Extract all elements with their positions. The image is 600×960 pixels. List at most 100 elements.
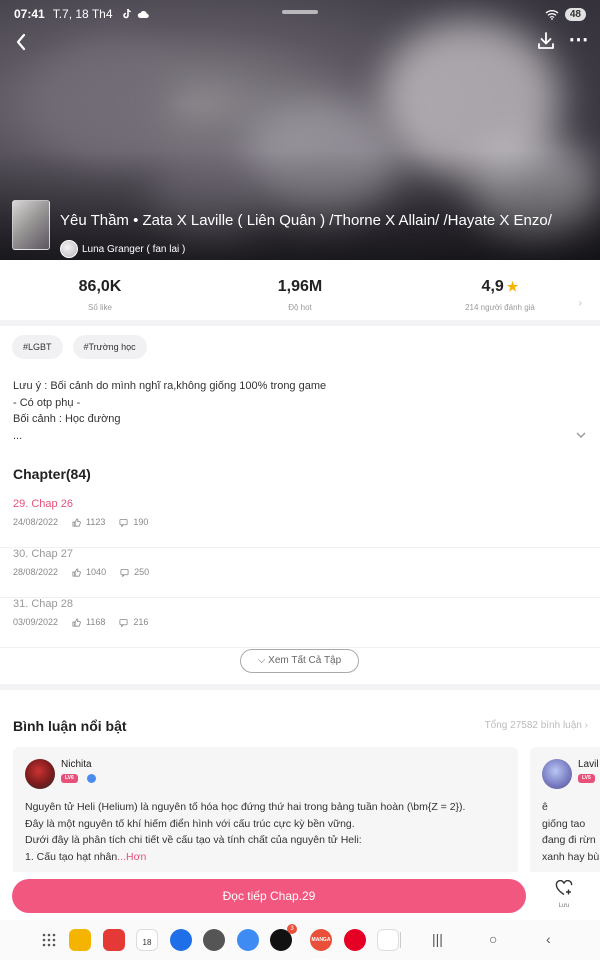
- chapter-name: 30. Chap 27: [13, 548, 73, 560]
- system-back-button[interactable]: ‹: [546, 931, 551, 947]
- stat-hotness: 1,96M Độ hot: [200, 260, 400, 320]
- tag-chip[interactable]: #LGBT: [12, 335, 63, 359]
- likes-label: Số like: [87, 303, 112, 312]
- comment-text: Nguyên tử Heli (Helium) là nguyên tố hóa…: [25, 799, 510, 865]
- stat-rating[interactable]: 4,9 ★ 214 người đánh giá ›: [400, 260, 600, 320]
- download-icon: [538, 32, 554, 49]
- tiktok-notification-icon: [122, 8, 131, 19]
- more-dots-icon: ⋯: [568, 29, 590, 51]
- comment-line: Đây là một nguyên tố khí hiếm điển hình …: [25, 817, 355, 830]
- story-description: Lưu ý : Bối cảnh do mình nghĩ ra,không g…: [13, 378, 586, 444]
- back-button[interactable]: [10, 30, 34, 54]
- chapter-date: 28/08/2022: [13, 567, 59, 577]
- recent-apps-button[interactable]: |||: [432, 931, 443, 947]
- comment-card[interactable]: Nichita LV6 Nguyên tử Heli (Helium) là n…: [13, 747, 518, 877]
- hotness-label: Độ hot: [288, 303, 312, 312]
- comment-line: Nguyên tử Heli (Helium) là nguyên tố hóa…: [25, 801, 466, 813]
- chapter-date: 03/09/2022: [13, 617, 59, 627]
- commenter-name: Nichita: [61, 759, 92, 770]
- star-icon: ★: [506, 279, 519, 294]
- calendar-day: 18: [142, 938, 152, 947]
- author-link[interactable]: Luna Granger ( fan lai ): [60, 240, 185, 258]
- wifi-icon: [545, 9, 559, 20]
- level-badge: LV6: [61, 774, 78, 783]
- chapters-heading: Chapter(84): [13, 466, 91, 482]
- app-drawer-icon[interactable]: [42, 933, 56, 947]
- commenter-name: Lavil: [578, 759, 599, 770]
- hotness-count: 1,96M: [277, 278, 323, 295]
- save-label: Lưu: [558, 903, 570, 909]
- status-bar: 07:41 T.7, 18 Th4 48: [0, 0, 600, 28]
- comment-icon: [120, 568, 129, 577]
- comment-line: xanh hay bù: [542, 850, 600, 863]
- chapter-row[interactable]: 29. Chap 26 24/08/2022 1123 190: [0, 498, 600, 548]
- chevron-left-icon: [16, 33, 26, 51]
- comments-heading: Bình luận nổi bật: [13, 718, 127, 734]
- chevron-right-icon: ›: [578, 298, 582, 309]
- description-line: ...: [13, 429, 23, 442]
- chevron-down-icon: [576, 432, 586, 438]
- chapter-comments: 190: [133, 517, 149, 527]
- commenter-avatar[interactable]: [542, 759, 572, 789]
- status-time: 07:41: [14, 7, 45, 21]
- gmail-app-icon[interactable]: [377, 929, 399, 951]
- tag-list: #LGBT #Trường học: [12, 335, 147, 359]
- description-line: Lưu ý : Bối cảnh do mình nghĩ ra,không g…: [13, 380, 327, 392]
- calendar-app-icon[interactable]: 18: [136, 929, 158, 951]
- stats-bar: 86,0K Số like 1,96M Độ hot 4,9 ★ 214 ngườ…: [0, 260, 600, 320]
- level-badge: LV5: [578, 774, 595, 783]
- cloud-notification-icon: [137, 11, 149, 19]
- status-date: T.7, 18 Th4: [52, 7, 113, 21]
- view-all-chapters-button[interactable]: ⌵ Xem Tất Cả Tập: [240, 649, 359, 673]
- description-line: - Có otp phụ -: [13, 396, 81, 409]
- home-button[interactable]: ○: [489, 931, 497, 947]
- notification-badge: 3: [287, 924, 297, 934]
- files-app-icon[interactable]: [69, 929, 91, 951]
- chapter-comments: 216: [133, 617, 149, 627]
- all-comments-link[interactable]: Tổng 27582 bình luận ›: [485, 720, 588, 731]
- camera-app-icon[interactable]: [203, 929, 225, 951]
- tiktok-app-icon[interactable]: 3: [270, 924, 297, 951]
- comment-line: giống tao: [542, 817, 586, 830]
- likes-count: 86,0K: [78, 278, 122, 295]
- expand-description-button[interactable]: [575, 428, 587, 438]
- read-more-link[interactable]: ...Hơn: [117, 851, 146, 863]
- chapter-name: 29. Chap 26: [13, 498, 73, 510]
- notes-app-icon[interactable]: [103, 929, 125, 951]
- commenter-avatar[interactable]: [25, 759, 55, 789]
- chapter-likes: 1040: [86, 567, 107, 577]
- mangatoon-label: MANGA TOON: [311, 937, 331, 960]
- comment-icon: [119, 518, 128, 527]
- section-divider: [0, 684, 600, 690]
- dock-separator: [400, 932, 401, 948]
- author-avatar: [60, 240, 78, 258]
- tag-chip[interactable]: #Trường học: [72, 335, 147, 359]
- more-options-button[interactable]: ⋯: [568, 30, 590, 54]
- chapter-row[interactable]: 30. Chap 27 28/08/2022 1040 250: [0, 548, 600, 598]
- mangatoon-app-icon[interactable]: MANGA TOON: [310, 929, 332, 960]
- comment-line: ê: [542, 801, 548, 813]
- comment-icon: [119, 618, 128, 627]
- messages-app-icon[interactable]: [170, 929, 192, 951]
- chevron-right-icon: ›: [584, 720, 588, 731]
- continue-reading-button[interactable]: Đọc tiếp Chap.29: [12, 879, 526, 913]
- camera-notch: [282, 10, 318, 14]
- chapter-likes: 1123: [86, 517, 106, 527]
- chevron-down-icon: ⌵: [257, 655, 269, 666]
- story-title: Yêu Thầm • Zata X Laville ( Liên Quân ) …: [60, 212, 552, 229]
- save-button[interactable]: Lưu: [548, 879, 580, 914]
- pinterest-app-icon[interactable]: [344, 929, 366, 951]
- bottom-action-bar: Đọc tiếp Chap.29 Lưu: [0, 872, 600, 920]
- story-cover-thumbnail: [12, 200, 50, 250]
- description-line: Bối cảnh : Học đường: [13, 413, 121, 425]
- comment-line: đang đi rừn: [542, 834, 596, 846]
- thumbs-up-icon: [72, 617, 81, 627]
- comment-card[interactable]: Lavil LV5 ê giống tao đang đi rừn xanh h…: [530, 747, 600, 877]
- cloud-app-icon[interactable]: [237, 929, 259, 951]
- chapter-row[interactable]: 31. Chap 28 03/09/2022 1168 216: [0, 598, 600, 648]
- thumbs-up-icon: [72, 567, 81, 577]
- heart-plus-icon: [555, 879, 573, 896]
- download-button[interactable]: [535, 30, 557, 54]
- chapter-date: 24/08/2022: [13, 517, 59, 527]
- system-dock: 18 3 MANGA TOON ||| ○ ‹: [0, 920, 600, 960]
